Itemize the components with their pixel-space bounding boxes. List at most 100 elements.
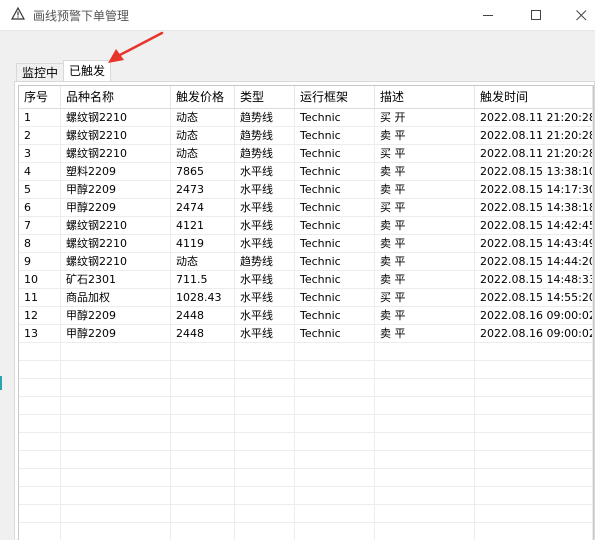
column-header-index[interactable]: 序号 [19, 86, 61, 108]
column-header-framework[interactable]: 运行框架 [295, 86, 375, 108]
empty-cell [19, 523, 61, 540]
table-row[interactable]: 9 螺纹钢2210 动态 趋势线 Technic 卖 平 2022.08.15 14:44:… [19, 253, 593, 271]
cell-description: 卖 平 [375, 325, 475, 342]
close-button[interactable] [558, 0, 595, 30]
column-header-symbol[interactable]: 品种名称 [61, 86, 171, 108]
empty-cell [61, 523, 171, 540]
cell-framework: Technic [295, 253, 375, 270]
empty-cell [295, 451, 375, 468]
empty-cell [295, 487, 375, 504]
empty-cell [475, 523, 593, 540]
table-row[interactable]: 4 塑料2209 7865 水平线 Technic 卖 平 2022.08.15 13:38… [19, 163, 593, 181]
cell-framework: Technic [295, 145, 375, 162]
cell-description: 卖 平 [375, 127, 475, 144]
cell-index: 3 [19, 145, 61, 162]
table-row[interactable]: 2 螺纹钢2210 动态 趋势线 Technic 卖 平 2022.08.11 21:20:… [19, 127, 593, 145]
empty-cell [61, 361, 171, 378]
empty-cell [171, 379, 235, 396]
cell-trigger-time: 2022.08.16 09:00:02 [475, 325, 593, 342]
cell-index: 10 [19, 271, 61, 288]
empty-cell [235, 343, 295, 360]
cell-trigger-time: 2022.08.15 14:17:30 [475, 181, 593, 198]
cell-type: 趋势线 [235, 109, 295, 126]
cell-index: 9 [19, 253, 61, 270]
empty-cell [171, 469, 235, 486]
cell-trigger-price: 动态 [171, 145, 235, 162]
cell-symbol: 螺纹钢2210 [61, 217, 171, 234]
cell-description: 卖 平 [375, 235, 475, 252]
cell-framework: Technic [295, 199, 375, 216]
empty-cell [375, 343, 475, 360]
cell-framework: Technic [295, 109, 375, 126]
empty-cell [295, 469, 375, 486]
table-row[interactable]: 12 甲醇2209 2448 水平线 Technic 卖 平 2022.08.16 09:0… [19, 307, 593, 325]
tab-monitoring[interactable]: 监控中 [16, 63, 65, 82]
minimize-icon [482, 14, 493, 16]
empty-cell [295, 415, 375, 432]
cell-description: 卖 平 [375, 163, 475, 180]
cell-type: 水平线 [235, 217, 295, 234]
cell-trigger-price: 4121 [171, 217, 235, 234]
empty-cell [295, 433, 375, 450]
empty-cell [19, 505, 61, 522]
empty-cell [171, 487, 235, 504]
maximize-button[interactable] [513, 0, 559, 30]
table-row[interactable]: 10 矿石2301 711.5 水平线 Technic 卖 平 2022.08.15 14:… [19, 271, 593, 289]
empty-table-row [19, 397, 593, 415]
cell-trigger-price: 7865 [171, 163, 235, 180]
minimize-button[interactable] [465, 0, 511, 30]
empty-cell [475, 397, 593, 414]
table-row[interactable]: 5 甲醇2209 2473 水平线 Technic 卖 平 2022.08.15 14:17… [19, 181, 593, 199]
empty-cell [375, 487, 475, 504]
column-header-trigger-price[interactable]: 触发价格 [171, 86, 235, 108]
empty-cell [235, 397, 295, 414]
column-header-trigger-time[interactable]: 触发时间 [475, 86, 593, 108]
table-body: 1 螺纹钢2210 动态 趋势线 Technic 买 开 2022.08.11 21:20:… [19, 109, 593, 540]
empty-cell [61, 487, 171, 504]
cell-framework: Technic [295, 325, 375, 342]
empty-cell [61, 379, 171, 396]
empty-cell [19, 433, 61, 450]
cell-framework: Technic [295, 127, 375, 144]
empty-cell [19, 451, 61, 468]
cell-framework: Technic [295, 307, 375, 324]
triggered-panel: 序号 品种名称 触发价格 类型 运行框架 描述 触发时间 1 螺纹钢2210 动态趋… [14, 81, 595, 540]
table-row[interactable]: 11 商品加权 1028.43 水平线 Technic 买 平 2022.08.15 14:… [19, 289, 593, 307]
empty-cell [295, 379, 375, 396]
empty-cell [375, 379, 475, 396]
empty-cell [61, 469, 171, 486]
empty-cell [171, 397, 235, 414]
cell-index: 7 [19, 217, 61, 234]
cell-type: 水平线 [235, 271, 295, 288]
cell-framework: Technic [295, 181, 375, 198]
cell-trigger-time: 2022.08.11 21:20:28 [475, 145, 593, 162]
empty-cell [375, 469, 475, 486]
cell-symbol: 甲醇2209 [61, 181, 171, 198]
empty-cell [19, 343, 61, 360]
maximize-icon [530, 9, 541, 20]
column-header-description[interactable]: 描述 [375, 86, 475, 108]
empty-cell [295, 361, 375, 378]
empty-cell [475, 505, 593, 522]
cell-type: 水平线 [235, 325, 295, 342]
title-bar: 画线预警下单管理 [0, 0, 595, 30]
table-row[interactable]: 8 螺纹钢2210 4119 水平线 Technic 卖 平 2022.08.15 14:4… [19, 235, 593, 253]
table-row[interactable]: 6 甲醇2209 2474 水平线 Technic 买 平 2022.08.15 14:38… [19, 199, 593, 217]
table-row[interactable]: 7 螺纹钢2210 4121 水平线 Technic 卖 平 2022.08.15 14:4… [19, 217, 593, 235]
empty-cell [475, 433, 593, 450]
empty-cell [171, 415, 235, 432]
cell-trigger-time: 2022.08.15 14:42:45 [475, 217, 593, 234]
warning-triangle-icon [11, 7, 25, 20]
empty-cell [171, 523, 235, 540]
cell-description: 卖 平 [375, 271, 475, 288]
empty-cell [475, 487, 593, 504]
empty-cell [19, 397, 61, 414]
empty-cell [375, 433, 475, 450]
table-row[interactable]: 13 甲醇2209 2448 水平线 Technic 卖 平 2022.08.16 09:0… [19, 325, 593, 343]
table-row[interactable]: 1 螺纹钢2210 动态 趋势线 Technic 买 开 2022.08.11 21:20:… [19, 109, 593, 127]
empty-cell [475, 361, 593, 378]
table-row[interactable]: 3 螺纹钢2210 动态 趋势线 Technic 买 平 2022.08.11 21:20:… [19, 145, 593, 163]
cell-trigger-price: 2473 [171, 181, 235, 198]
edge-marker [0, 376, 2, 390]
column-header-type[interactable]: 类型 [235, 86, 295, 108]
